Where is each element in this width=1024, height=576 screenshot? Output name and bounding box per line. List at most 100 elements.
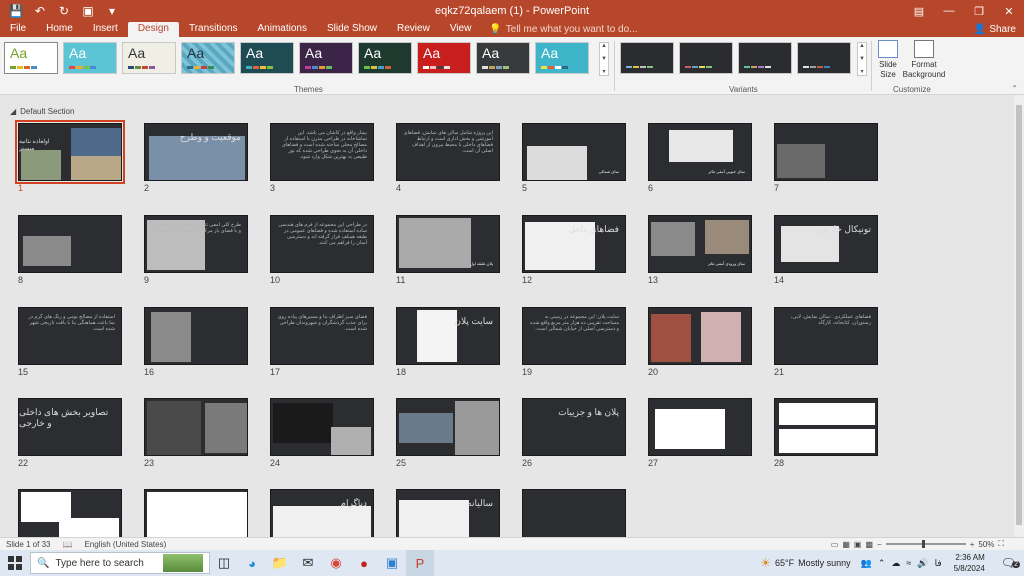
zoom-in-icon[interactable]: + (970, 540, 975, 549)
section-header[interactable]: ◢ Default Section (10, 107, 74, 116)
reading-view-icon[interactable]: ▣ (854, 540, 862, 549)
slide-thumbnail[interactable]: سایت پلان: این مجموعه در زمینی به مساحت … (522, 307, 626, 365)
theme-thumbnail[interactable]: Aa (535, 42, 589, 74)
variant-thumbnail[interactable] (679, 42, 733, 74)
zoom-out-icon[interactable]: − (877, 540, 882, 549)
media-app-icon[interactable]: ● (350, 550, 378, 576)
scroll-down-icon[interactable]: ▼ (601, 56, 607, 62)
save-icon[interactable]: 💾 (6, 2, 26, 20)
minimize-icon[interactable]: — (934, 0, 964, 22)
weather-temp[interactable]: 65°F (775, 558, 798, 568)
slide-thumbnail[interactable] (144, 307, 248, 365)
taskbar-search[interactable]: 🔍 Type here to search (30, 552, 210, 574)
vertical-scrollbar[interactable] (1014, 95, 1024, 537)
slide-sorter-view-icon[interactable]: ▦ (842, 540, 850, 549)
slide-thumbnail[interactable]: فضای سبز اطراف بنا و مسیرهای پیاده روی ب… (270, 307, 374, 365)
close-icon[interactable]: ✕ (994, 0, 1024, 22)
mail-icon[interactable]: ✉ (294, 550, 322, 576)
slide-thumbnail[interactable] (522, 489, 626, 537)
task-view-icon[interactable]: ◫ (210, 550, 238, 576)
file-explorer-icon[interactable]: 📁 (266, 550, 294, 576)
show-hidden-icons[interactable]: ⌃ (878, 558, 892, 569)
edge-icon[interactable]: ◕ (238, 550, 266, 576)
tab-insert[interactable]: Insert (83, 22, 128, 37)
collapse-section-icon[interactable]: ◢ (10, 107, 16, 116)
variant-thumbnail[interactable] (738, 42, 792, 74)
variants-gallery-scroll[interactable]: ▲ ▼ ▾ (857, 42, 867, 76)
theme-thumbnail[interactable]: Aa (299, 42, 353, 74)
slide-thumbnail[interactable] (648, 398, 752, 456)
theme-thumbnail[interactable]: Aa (122, 42, 176, 74)
slide-thumbnail[interactable]: نمای جنوبی آمفی تئاتر (648, 123, 752, 181)
theme-thumbnail[interactable]: Aa (240, 42, 294, 74)
ribbon-display-options-icon[interactable]: ▤ (904, 0, 934, 22)
slide-thumbnail[interactable]: پلان ها و جزییات (522, 398, 626, 456)
wifi-icon[interactable]: ≈ (906, 558, 917, 568)
slide-thumbnail[interactable]: موقعیت و وطرح (144, 123, 248, 181)
powerpoint-taskbar-icon[interactable]: P (406, 550, 434, 576)
slide-size-button[interactable]: Slide Size (876, 40, 900, 80)
slide-thumbnail[interactable] (774, 398, 878, 456)
slide-thumbnail[interactable] (18, 489, 122, 537)
tab-file[interactable]: File (0, 22, 36, 37)
slide-thumbnail[interactable]: تصاویر بخش های داخلی و خارجی (18, 398, 122, 456)
slide-thumbnail[interactable] (648, 307, 752, 365)
normal-view-icon[interactable]: ▭ (831, 540, 839, 549)
slide-thumbnail[interactable]: بیمار واقع در کاشان می باشد. این تماشاخا… (270, 123, 374, 181)
slide-thumbnail[interactable]: فضاهای داخل (522, 215, 626, 273)
scroll-up-icon[interactable]: ▲ (601, 43, 607, 49)
volume-icon[interactable]: 🔊 (917, 558, 934, 569)
slide-thumbnail[interactable]: فضاهای عملکردی : سالن نمایش، لابی، رستور… (774, 307, 878, 365)
variant-thumbnail[interactable] (620, 42, 674, 74)
tell-me-box[interactable]: 💡 Tell me what you want to do... (481, 22, 645, 37)
start-button[interactable] (0, 550, 30, 576)
slide-thumbnail[interactable]: نمای ورودی آمفی تئاتر (648, 215, 752, 273)
slide-thumbnail[interactable]: اولعاده نئانیه مبستر (15, 120, 125, 184)
format-background-button[interactable]: Format Background (902, 40, 946, 80)
weather-text[interactable]: Mostly sunny (798, 558, 861, 568)
slide-thumbnail[interactable] (270, 398, 374, 456)
slide-thumbnail[interactable] (396, 398, 500, 456)
slide-thumbnail[interactable]: این پروژه شامل سالن های نمایش، فضاهای آم… (396, 123, 500, 181)
variant-thumbnail[interactable] (797, 42, 851, 74)
slide-thumbnail[interactable]: سایت پلان (396, 307, 500, 365)
customize-qat-icon[interactable]: ▾ (102, 2, 122, 20)
more-icon[interactable]: ▾ (860, 68, 863, 75)
people-icon[interactable]: 👥 (861, 558, 878, 569)
slideshow-view-icon[interactable]: ▩ (865, 540, 873, 549)
scroll-down-icon[interactable]: ▼ (859, 56, 865, 62)
notifications-icon[interactable]: 🗨 2 (993, 556, 1024, 570)
tab-transitions[interactable]: Transitions (179, 22, 248, 37)
slide-thumbnail[interactable]: تونیکال خارجی (774, 215, 878, 273)
tab-home[interactable]: Home (36, 22, 83, 37)
start-from-beginning-icon[interactable]: ▣ (78, 2, 98, 20)
chrome-icon[interactable]: ◉ (322, 550, 350, 576)
tab-view[interactable]: View (440, 22, 482, 37)
tab-review[interactable]: Review (387, 22, 440, 37)
restore-icon[interactable]: ❐ (964, 0, 994, 22)
redo-icon[interactable]: ↻ (54, 2, 74, 20)
theme-thumbnail[interactable]: Aa (63, 42, 117, 74)
input-language[interactable]: فا (935, 558, 946, 569)
more-icon[interactable]: ▾ (602, 68, 605, 75)
language-status[interactable]: English (United States) (78, 540, 172, 549)
slide-thumbnail[interactable]: نمای شمالی (522, 123, 626, 181)
theme-thumbnail[interactable]: Aa (417, 42, 471, 74)
slide-thumbnail[interactable]: استفاده از مصالح بومی و رنگ های گرم در ن… (18, 307, 122, 365)
collapse-ribbon-icon[interactable]: ⌃ (1011, 84, 1018, 93)
weather-icon[interactable]: ☀ (760, 556, 775, 570)
themes-gallery-scroll[interactable]: ▲ ▼ ▾ (599, 42, 609, 76)
theme-thumbnail[interactable]: Aa (476, 42, 530, 74)
scroll-up-icon[interactable]: ▲ (859, 43, 865, 49)
tab-slide-show[interactable]: Slide Show (317, 22, 387, 37)
theme-thumbnail[interactable]: Aa (181, 42, 235, 74)
slide-thumbnail[interactable] (144, 489, 248, 537)
slide-thumbnail[interactable] (144, 398, 248, 456)
slide-thumbnail[interactable]: دیاگرام (270, 489, 374, 537)
slide-thumbnail[interactable]: سالیانه (396, 489, 500, 537)
slide-thumbnail[interactable] (18, 215, 122, 273)
network-icon[interactable]: ☁ (891, 558, 906, 569)
clock[interactable]: 2:36 AM 5/8/2024 (946, 552, 993, 574)
slide-thumbnail[interactable]: طرح کلی آمفی تئاتر: ساختمان در سه طبقه و… (144, 215, 248, 273)
slide-thumbnail[interactable]: پلان طبقه اول (396, 215, 500, 273)
